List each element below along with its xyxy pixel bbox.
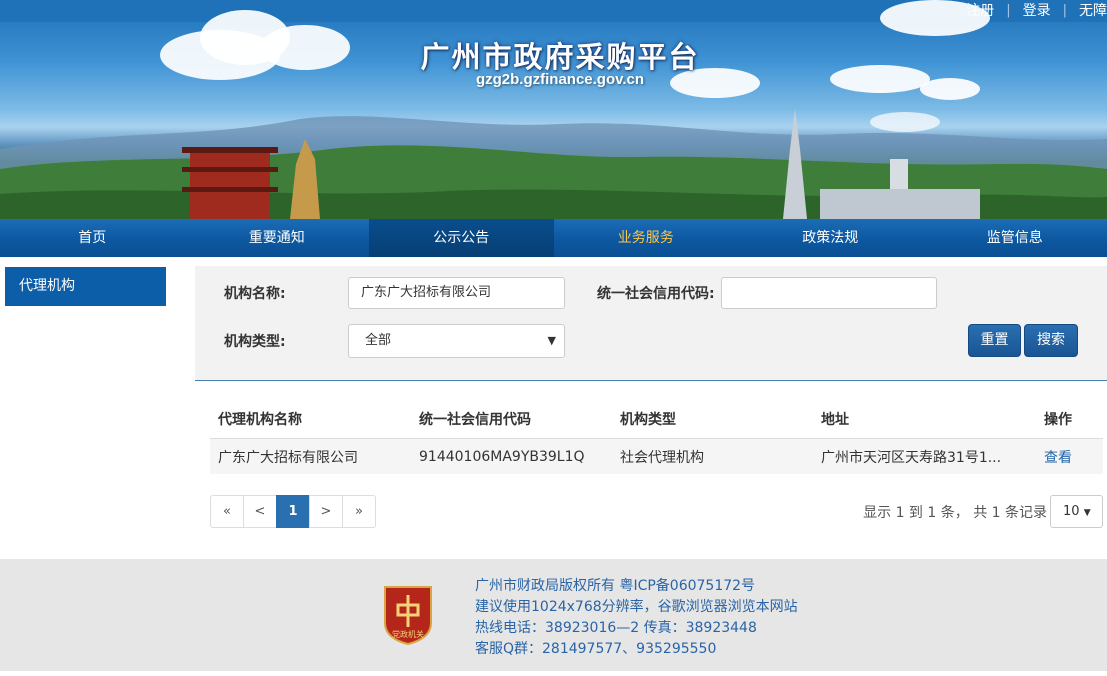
login-link[interactable]: 登录 (1011, 0, 1063, 20)
credit-code-label: 统一社会信用代码: (597, 286, 715, 302)
agency-table: 代理机构名称 统一社会信用代码 机构类型 地址 操作 广东广大招标有限公司 91… (210, 400, 1103, 474)
emblem-text: 党政机关 (392, 629, 424, 639)
table-row: 广东广大招标有限公司 91440106MA9YB39L1Q 社会代理机构 广州市… (210, 438, 1103, 474)
cell-address: 广州市天河区天寿路31号1... (821, 449, 1002, 466)
accessibility-link[interactable]: 无障 (1067, 0, 1107, 20)
cloud-decoration (920, 78, 980, 100)
search-button[interactable]: 搜索 (1024, 324, 1078, 357)
column-header-credit-code: 统一社会信用代码 (419, 411, 531, 428)
site-url: gzg2b.gzfinance.gov.cn (475, 71, 645, 88)
page-size-value: 10 (1063, 504, 1080, 519)
last-page-button[interactable]: » (342, 495, 376, 528)
nav-item-services[interactable]: 业务服务 (554, 219, 739, 257)
next-page-button[interactable]: > (309, 495, 343, 528)
nav-item-announcements[interactable]: 公示公告 (369, 219, 554, 257)
footer-copyright: 广州市财政局版权所有 粤ICP备06075172号 (475, 578, 756, 594)
reset-button[interactable]: 重置 (968, 324, 1021, 357)
agency-type-label: 机构类型: (224, 334, 286, 350)
cloud-decoration (260, 25, 350, 70)
column-header-action: 操作 (1044, 411, 1072, 428)
cell-agency-name: 广东广大招标有限公司 (218, 449, 358, 466)
cell-credit-code: 91440106MA9YB39L1Q (419, 448, 585, 465)
footer-qq-group: 客服Q群：281497577、935295550 (475, 641, 717, 657)
nav-item-home[interactable]: 首页 (0, 219, 185, 257)
agency-type-select[interactable]: 全部 ▼ (348, 324, 565, 358)
agency-name-input[interactable]: 广东广大招标有限公司 (348, 277, 565, 309)
top-links: 注册 | 登录 | 无障 (954, 0, 1107, 20)
landscape-illustration (0, 109, 1107, 219)
nav-item-policies[interactable]: 政策法规 (738, 219, 923, 257)
search-panel: 机构名称: 广东广大招标有限公司 统一社会信用代码: 机构类型: 全部 ▼ 重置… (195, 266, 1107, 381)
caret-down-icon: ▼ (1083, 508, 1091, 518)
footer: 广州市财政局版权所有 粤ICP备06075172号 建议使用1024x768分辨… (0, 559, 1107, 671)
page-1-button[interactable]: 1 (276, 495, 310, 528)
nav-item-notices[interactable]: 重要通知 (185, 219, 370, 257)
page-info: 显示 1 到 1 条， 共 1 条记录 (863, 505, 1047, 521)
party-government-emblem[interactable]: 党政机关 (382, 583, 434, 645)
agency-type-selected: 全部 (365, 333, 392, 348)
table-header-row: 代理机构名称 统一社会信用代码 机构类型 地址 操作 (210, 400, 1103, 437)
footer-browser-note: 建议使用1024x768分辨率，谷歌浏览器浏览本网站 (475, 599, 798, 615)
header-banner: 广州市政府采购平台 gzg2b.gzfinance.gov.cn 注册 | 登录… (0, 0, 1107, 219)
credit-code-input[interactable] (721, 277, 937, 309)
column-header-address: 地址 (821, 411, 849, 428)
view-link[interactable]: 查看 (1037, 447, 1103, 467)
register-link[interactable]: 注册 (954, 0, 1006, 20)
nav-item-supervision[interactable]: 监管信息 (923, 219, 1107, 257)
footer-hotline: 热线电话：38923016—2 传真：38923448 (475, 620, 757, 636)
column-header-name: 代理机构名称 (218, 411, 302, 428)
agency-name-label: 机构名称: (224, 286, 286, 302)
cloud-decoration (830, 65, 930, 93)
chevron-down-icon: ▼ (547, 334, 556, 347)
site-title: 广州市政府采购平台 (420, 40, 700, 74)
page-size-dropdown[interactable]: 10 ▼ (1050, 495, 1103, 528)
main-nav: 首页 重要通知 公示公告 业务服务 政策法规 监管信息 (0, 219, 1107, 257)
prev-page-button[interactable]: < (243, 495, 277, 528)
sidebar-item-agencies[interactable]: 代理机构 (5, 267, 166, 306)
column-header-type: 机构类型 (620, 411, 676, 428)
cell-agency-type: 社会代理机构 (620, 449, 704, 466)
first-page-button[interactable]: « (210, 495, 244, 528)
sidebar: 代理机构 (5, 267, 166, 306)
pagination: « < 1 > » (210, 495, 376, 528)
